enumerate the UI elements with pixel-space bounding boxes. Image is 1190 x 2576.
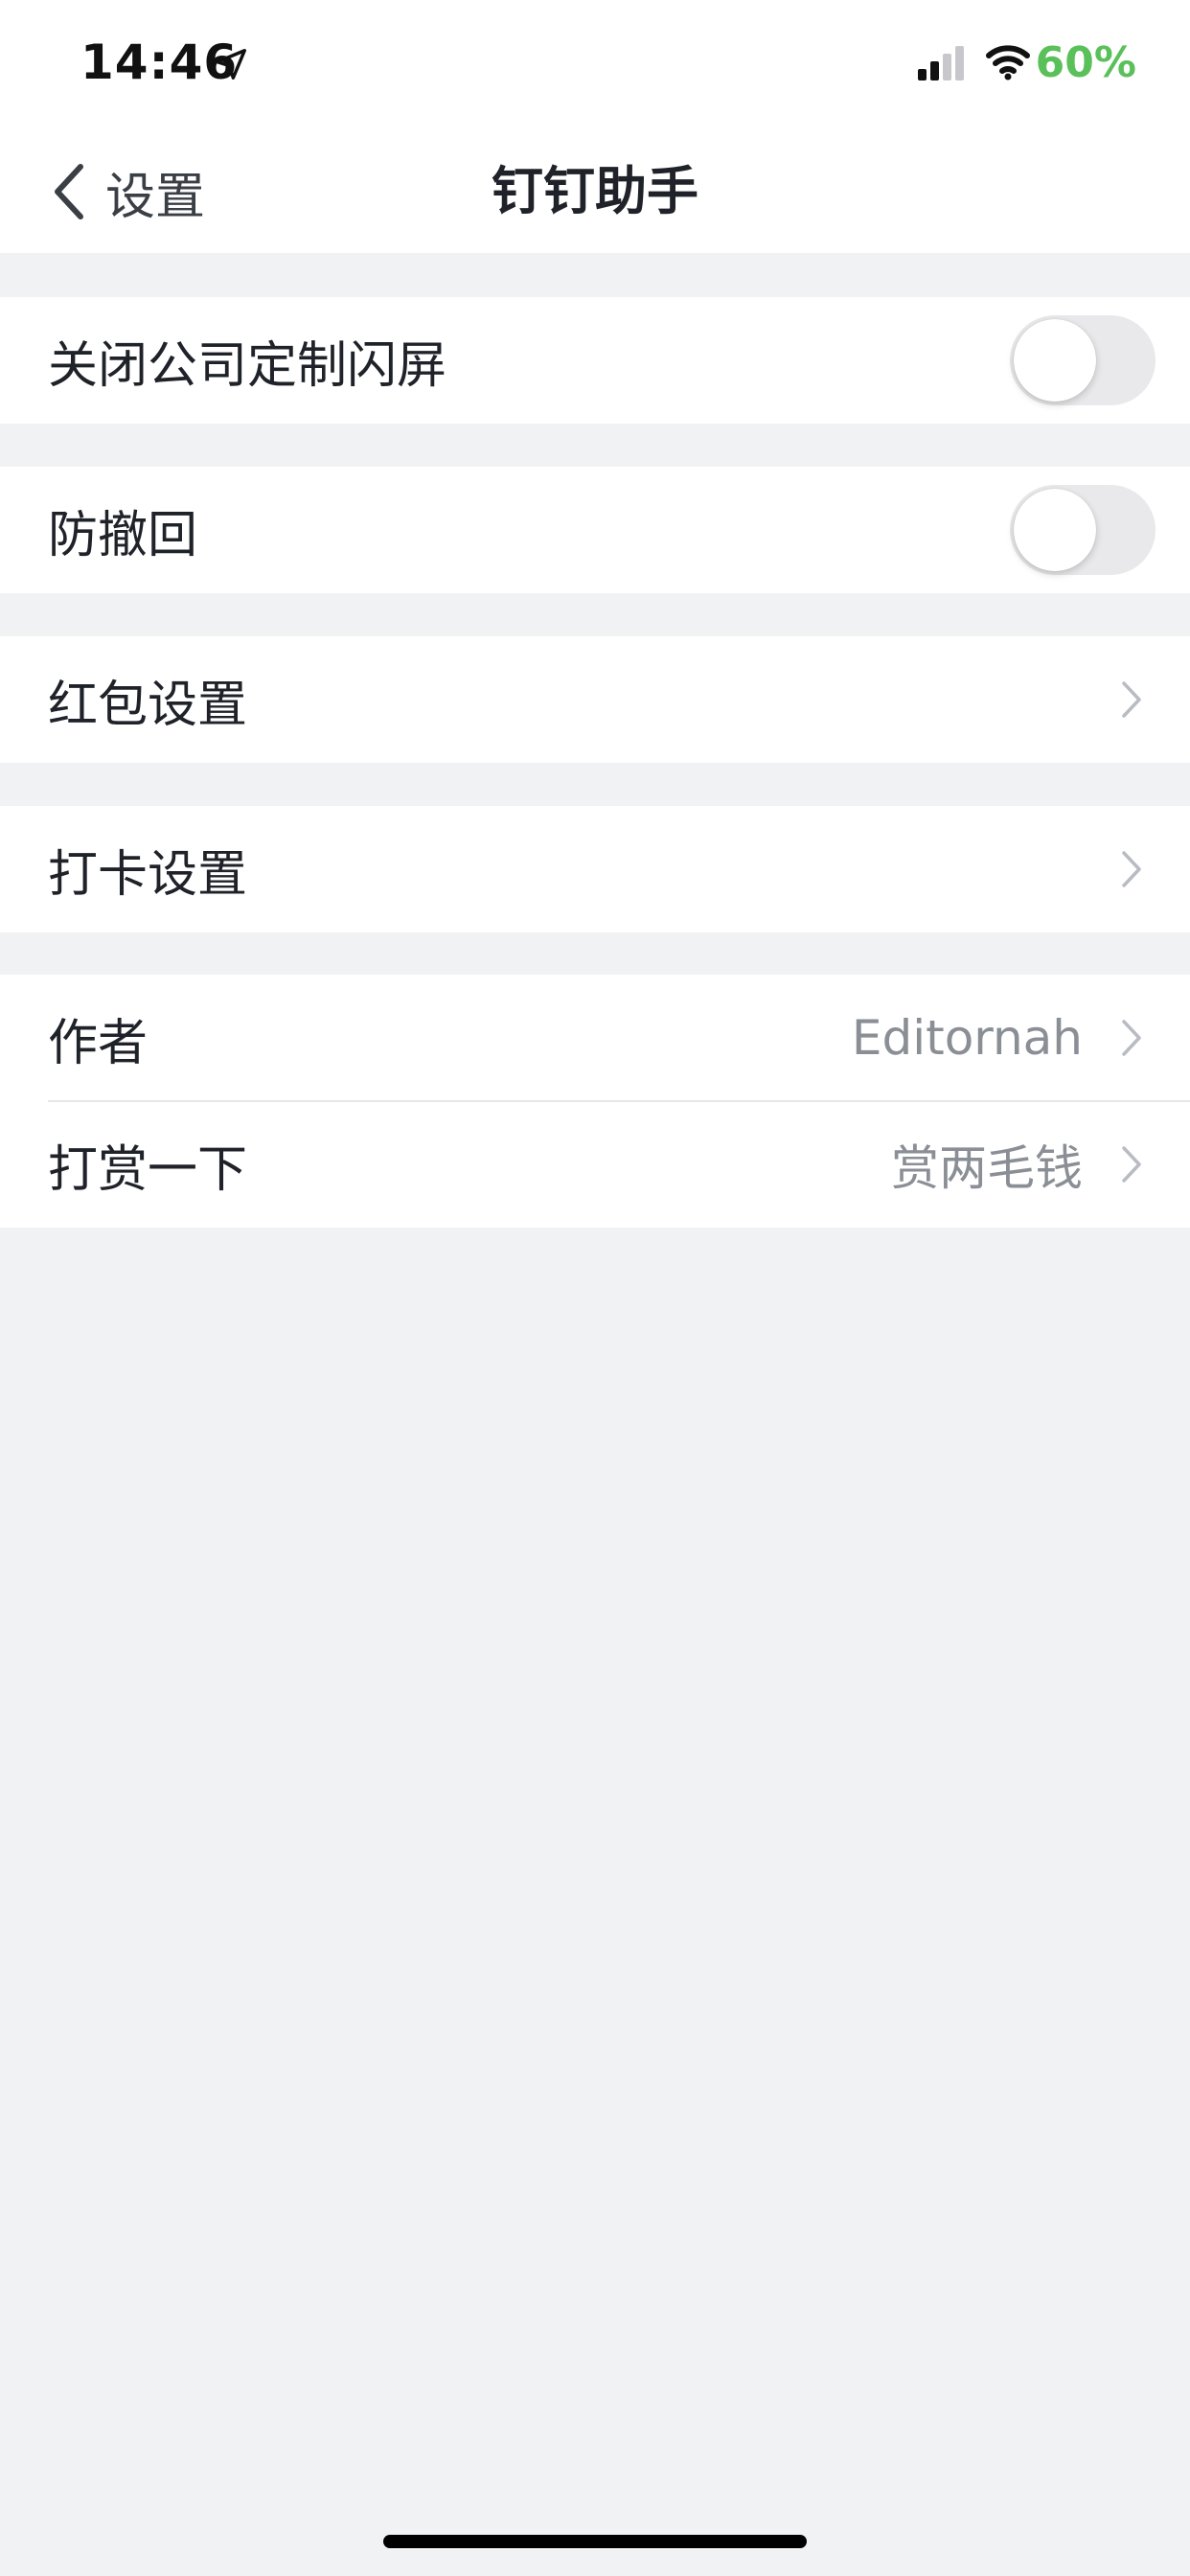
close-splash-label: 关闭公司定制闪屏 (48, 336, 447, 395)
toggle-knob (1014, 319, 1096, 402)
settings-group-splash: 关闭公司定制闪屏 (0, 297, 1190, 424)
anti-recall-toggle[interactable] (1010, 485, 1156, 575)
back-label: 设置 (105, 168, 206, 226)
setting-row-red-packet[interactable]: 红包设置 (0, 636, 1190, 763)
settings-group-anti-recall: 防撤回 (0, 467, 1190, 593)
settings-group-check-in: 打卡设置 (0, 806, 1190, 932)
author-value: Editornah (851, 1010, 1083, 1066)
tip-label: 打赏一下 (48, 1140, 248, 1199)
toggle-knob (1014, 489, 1096, 571)
navigation-bar: 钉钉助手 设置 (0, 130, 1190, 253)
chevron-left-icon (55, 164, 83, 219)
settings-group-about: 作者 Editornah 打赏一下 赏两毛钱 (0, 975, 1190, 1228)
settings-group-red-packet: 红包设置 (0, 636, 1190, 763)
chevron-right-icon (1122, 1146, 1141, 1183)
chevron-right-icon (1122, 681, 1141, 718)
back-button[interactable]: 设置 (50, 130, 205, 253)
wifi-icon (986, 45, 1030, 80)
anti-recall-label: 防撤回 (48, 506, 198, 564)
setting-row-author[interactable]: 作者 Editornah (0, 975, 1190, 1102)
setting-row-close-splash: 关闭公司定制闪屏 (0, 297, 1190, 424)
red-packet-label: 红包设置 (48, 676, 248, 734)
close-splash-toggle[interactable] (1010, 315, 1156, 405)
location-icon (216, 49, 246, 80)
chevron-right-icon (1122, 1020, 1141, 1056)
signal-icon (918, 46, 964, 80)
check-in-label: 打卡设置 (48, 845, 248, 904)
battery-percentage: 60% (1035, 38, 1136, 87)
status-bar: 14:46 60% (0, 0, 1190, 130)
setting-row-tip[interactable]: 打赏一下 赏两毛钱 (0, 1101, 1190, 1228)
setting-row-anti-recall: 防撤回 (0, 467, 1190, 593)
tip-value: 赏两毛钱 (891, 1140, 1083, 1196)
author-label: 作者 (48, 1014, 149, 1072)
setting-row-check-in[interactable]: 打卡设置 (0, 806, 1190, 932)
chevron-right-icon (1122, 851, 1141, 887)
home-indicator[interactable] (383, 2535, 807, 2548)
